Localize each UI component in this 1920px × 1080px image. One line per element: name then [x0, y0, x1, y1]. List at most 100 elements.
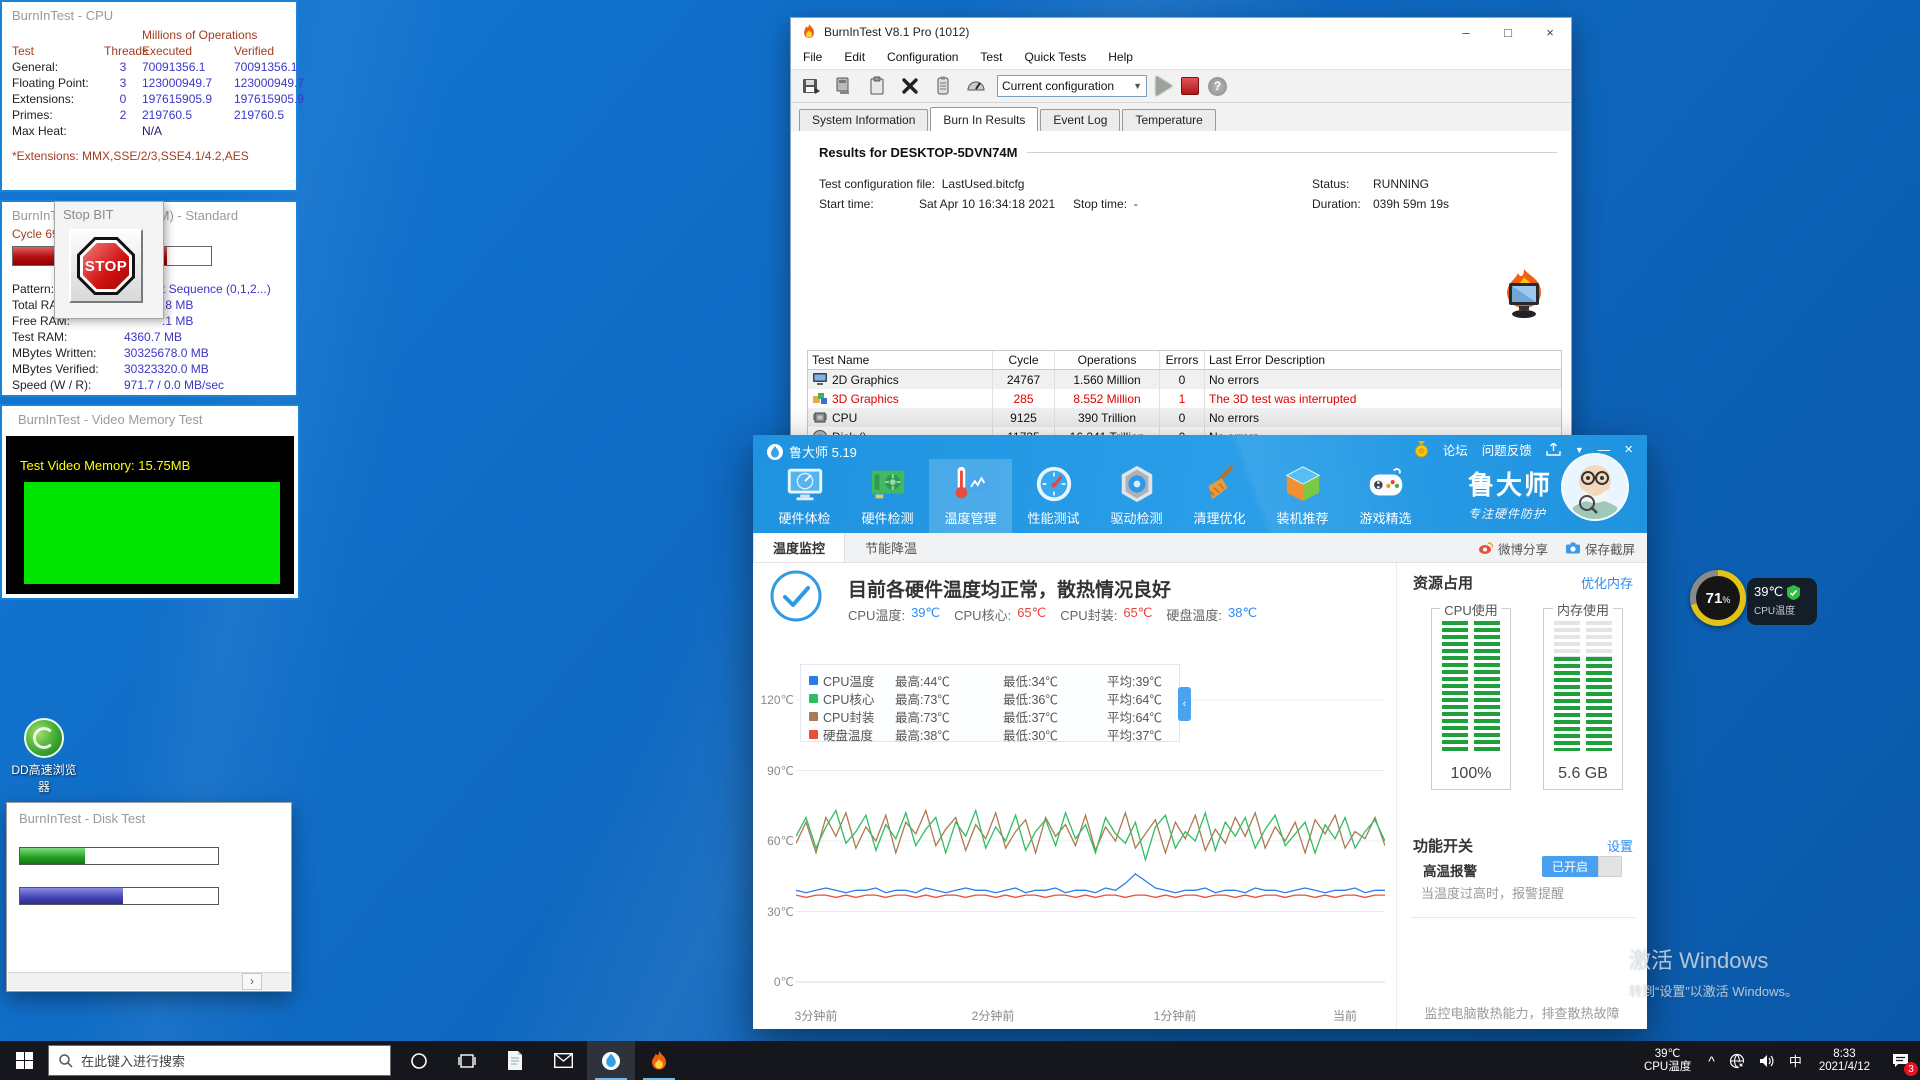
taskbar-mail-app[interactable] — [539, 1041, 587, 1080]
window-title[interactable]: BurnInTest - Disk Test — [7, 803, 291, 826]
driver-detect-icon — [1121, 465, 1152, 503]
row-label: Floating Point: — [12, 76, 89, 90]
gauge-icon[interactable] — [964, 75, 988, 97]
stop-bit-button[interactable]: STOP — [69, 229, 143, 303]
tab-event-log[interactable]: Event Log — [1040, 109, 1121, 131]
desktop-icon-dd-browser[interactable]: DD高速浏览 器 — [8, 718, 80, 795]
widget-percent: 71 — [1705, 589, 1723, 607]
nav-temperature-management[interactable]: 温度管理 — [929, 459, 1012, 533]
menu-dropdown-icon[interactable]: ▼ — [1575, 445, 1584, 455]
tray-volume-icon[interactable] — [1752, 1041, 1782, 1080]
nav-cleanup-optimize[interactable]: 清理优化 — [1178, 459, 1261, 533]
video-memory-label: Test Video Memory: 15.75MB — [20, 458, 191, 473]
window-title[interactable]: BurnInTest - Video Memory Test — [2, 406, 298, 431]
tab-temperature[interactable]: Temperature — [1122, 109, 1216, 131]
start-button[interactable] — [0, 1041, 48, 1080]
table-row[interactable]: CPU 9125 390 Trillion 0 No errors — [808, 408, 1561, 427]
save-screenshot-button[interactable]: 保存截屏 — [1565, 539, 1635, 558]
settings-link[interactable]: 设置 — [1607, 836, 1633, 855]
brand-name: 鲁大师 — [1467, 470, 1552, 500]
task-view-button[interactable] — [443, 1041, 491, 1080]
tray-chevron-up-icon[interactable]: ^ — [1701, 1041, 1722, 1080]
weibo-share-button[interactable]: 微博分享 — [1478, 539, 1548, 558]
nav-performance-test[interactable]: 性能测试 — [1012, 459, 1095, 533]
nav-driver-detect[interactable]: 驱动检测 — [1095, 459, 1178, 533]
forum-link[interactable]: 论坛 — [1443, 440, 1468, 459]
tray-clock[interactable]: 8:33 2021/4/12 — [1809, 1048, 1880, 1074]
taskbar-search-box[interactable]: 在此键入进行搜索 — [48, 1045, 391, 1076]
header-operations[interactable]: Operations — [1055, 351, 1160, 369]
memory-usage-value: 5.6 GB — [1558, 765, 1608, 782]
high-temp-alarm-toggle[interactable]: 已开启 — [1542, 856, 1622, 877]
save-results-icon[interactable] — [799, 75, 823, 97]
delete-icon[interactable] — [898, 75, 922, 97]
tab-burn-in-results[interactable]: Burn In Results — [930, 107, 1039, 131]
tray-network-icon[interactable] — [1722, 1041, 1752, 1080]
taskbar-notepad-app[interactable] — [491, 1041, 539, 1080]
chevron-down-icon: ▼ — [1133, 81, 1142, 91]
notification-center-button[interactable]: 3 — [1880, 1041, 1920, 1080]
master-lu-header[interactable]: 鲁大师 5.19 论坛 问题反馈 ▼ — × 硬件体检 硬件检测 温度管理 性能… — [753, 435, 1647, 533]
tray-ime-indicator[interactable]: 中 — [1782, 1041, 1809, 1080]
system-tray: 39℃ CPU温度 ^ 中 8:33 2021/4/12 3 — [1634, 1041, 1920, 1080]
system-info-icon[interactable] — [832, 75, 856, 97]
cortana-button[interactable] — [395, 1041, 443, 1080]
tab-energy-cooling[interactable]: 节能降温 — [845, 533, 937, 562]
tray-cpu-temp[interactable]: 39℃ CPU温度 — [1634, 1048, 1701, 1074]
horizontal-scrollbar[interactable]: › — [8, 972, 290, 990]
temperature-metrics: CPU温度: 39℃ CPU核心: 65℃ CPU封装: 65℃ 硬盘温度: 38℃ — [848, 605, 1258, 623]
optimize-memory-link[interactable]: 优化内存 — [1581, 573, 1633, 592]
widget-usage-ring[interactable]: 71% — [1690, 570, 1746, 626]
tab-temperature-monitor[interactable]: 温度监控 — [753, 533, 845, 562]
nav-game-picks[interactable]: 游戏精选 — [1344, 459, 1427, 533]
switches-title: 功能开关 — [1413, 838, 1474, 855]
scroll-right-arrow[interactable]: › — [242, 973, 262, 990]
close-button[interactable]: × — [1624, 441, 1633, 458]
menu-file[interactable]: File — [803, 50, 822, 64]
widget-temp-label: CPU温度 — [1754, 606, 1796, 617]
feedback-link[interactable]: 问题反馈 — [1482, 440, 1532, 459]
tab-system-information[interactable]: System Information — [799, 109, 929, 131]
minimize-button[interactable]: – — [1445, 18, 1487, 46]
taskbar-burnintest-app[interactable] — [635, 1041, 683, 1080]
maximize-button[interactable]: □ — [1487, 18, 1529, 46]
icon-label-line2: 器 — [37, 780, 50, 794]
menu-help[interactable]: Help — [1108, 50, 1133, 64]
configuration-select[interactable]: Current configuration ▼ — [997, 75, 1147, 97]
help-button[interactable]: ? — [1208, 76, 1227, 96]
nav-pc-builder[interactable]: 装机推荐 — [1261, 459, 1344, 533]
close-button[interactable]: × — [1529, 18, 1571, 46]
stop-tests-button[interactable] — [1181, 77, 1199, 95]
legend-collapse-button[interactable]: ‹ — [1178, 687, 1191, 721]
titlebar[interactable]: BurnInTest V8.1 Pro (1012) – □ × — [791, 18, 1571, 46]
table-row[interactable]: 2D Graphics 24767 1.560 Million 0 No err… — [808, 370, 1561, 389]
medal-icon[interactable] — [1414, 441, 1429, 458]
share-icon[interactable] — [1546, 443, 1561, 456]
menu-quick-tests[interactable]: Quick Tests — [1024, 50, 1086, 64]
series-CPU温度 — [796, 873, 1385, 894]
table-row[interactable]: 3D Graphics 285 8.552 Million 1 The 3D t… — [808, 389, 1561, 408]
header-test-name[interactable]: Test Name — [808, 351, 993, 369]
field-label: MBytes Verified: — [12, 362, 99, 376]
master-lu-taskbar-icon — [602, 1051, 620, 1070]
menu-configuration[interactable]: Configuration — [887, 50, 958, 64]
temperature-status-headline: 目前各硬件温度均正常，散热情况良好 — [848, 580, 1172, 601]
notes-icon[interactable] — [931, 75, 955, 97]
extensions-footnote: *Extensions: MMX,SSE/2/3,SSE4.1/4.2,AES — [12, 149, 249, 163]
header-cycle[interactable]: Cycle — [993, 351, 1055, 369]
windows-logo-icon — [15, 1052, 33, 1069]
field-label: MBytes Written: — [12, 346, 97, 360]
taskbar-master-lu-app[interactable] — [587, 1041, 635, 1080]
header-errors[interactable]: Errors — [1160, 351, 1205, 369]
window-title[interactable]: BurnInTest - CPU — [2, 2, 296, 27]
header-last-error[interactable]: Last Error Description — [1205, 351, 1561, 369]
weibo-icon — [1478, 542, 1493, 554]
clipboard-icon[interactable] — [865, 75, 889, 97]
nav-hardware-detect[interactable]: 硬件检测 — [846, 459, 929, 533]
mascot-avatar[interactable] — [1561, 453, 1629, 521]
menu-test[interactable]: Test — [980, 50, 1002, 64]
menu-edit[interactable]: Edit — [844, 50, 865, 64]
window-burnintest-disk: BurnInTest - Disk Test › — [6, 802, 292, 992]
start-tests-button[interactable] — [1156, 76, 1172, 96]
nav-hardware-checkup[interactable]: 硬件体检 — [763, 459, 846, 533]
